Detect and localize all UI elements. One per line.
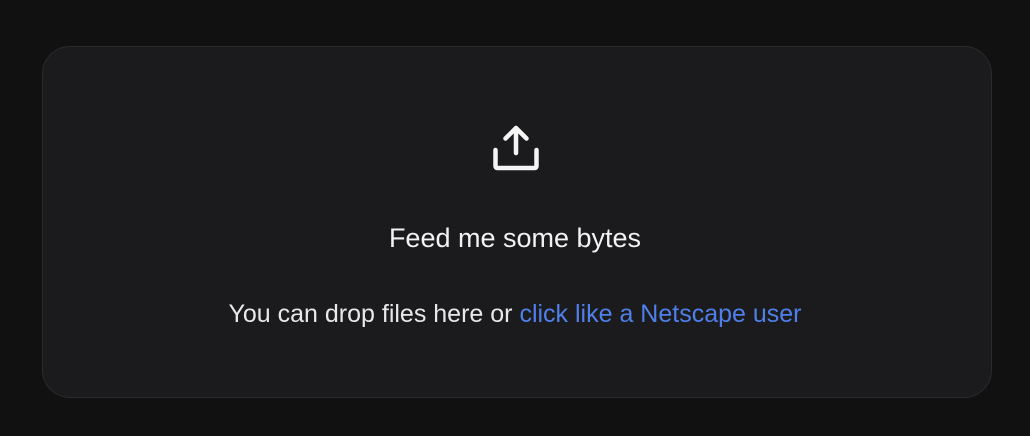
browse-files-link[interactable]: click like a Netscape user (519, 300, 801, 328)
upload-icon (491, 123, 541, 173)
dropzone-hint: You can drop files here or click like a … (0, 297, 1030, 331)
dropzone-hint-text: You can drop files here or (228, 300, 513, 328)
dropzone-title: Feed me some bytes (388, 223, 642, 253)
